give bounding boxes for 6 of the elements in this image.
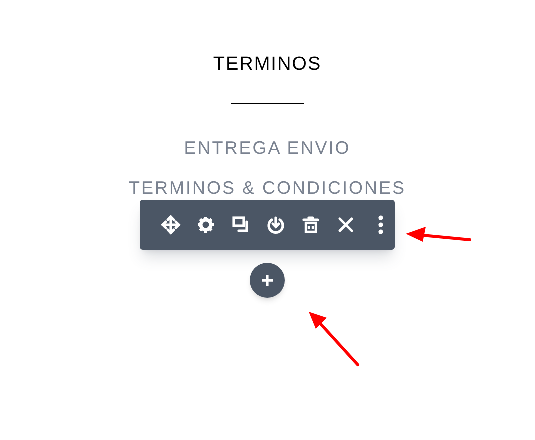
nav-link[interactable]: ENTREGA ENVIO: [184, 137, 351, 160]
arrow-annotation: [404, 226, 472, 244]
arrow-annotation: [306, 309, 362, 369]
page-heading: TERMINOS: [213, 53, 322, 77]
nav-link[interactable]: TERMINOS & CONDICIONES: [128, 177, 406, 200]
add-button[interactable]: +: [250, 263, 285, 298]
